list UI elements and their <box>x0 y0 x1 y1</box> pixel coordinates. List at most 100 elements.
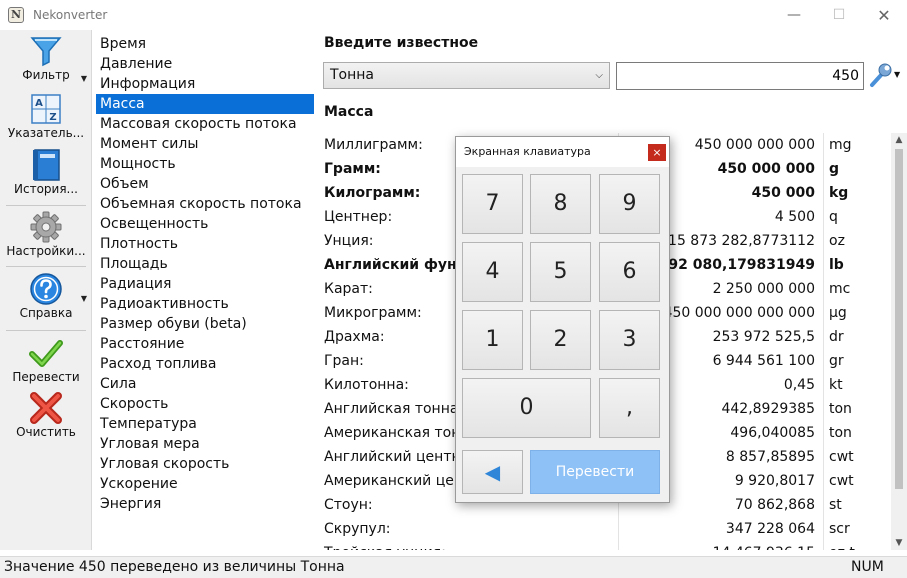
filter-button[interactable]: Фильтр ▼ <box>0 34 92 83</box>
chevron-down-icon: ⌵ <box>595 70 603 81</box>
settings-button[interactable]: Настройки... <box>0 210 92 258</box>
result-abbreviation: q <box>829 209 838 225</box>
result-unit-name: Килограмм: <box>324 185 421 201</box>
category-item[interactable]: Время <box>96 34 314 54</box>
backspace-icon: ◀ <box>484 460 501 484</box>
result-unit-name: Килотонна: <box>324 377 409 393</box>
unit-select-value: Тонна <box>330 67 375 83</box>
checkmark-icon <box>29 340 63 367</box>
category-item[interactable]: Объем <box>96 174 314 194</box>
category-item[interactable]: Массовая скорость потока <box>96 114 314 134</box>
keypad-title: Экранная клавиатура <box>456 137 669 167</box>
help-label: Справка <box>19 306 73 320</box>
close-button[interactable]: ✕ <box>861 0 907 30</box>
filter-dropdown-icon[interactable]: ▼ <box>81 74 87 83</box>
clear-label: Очистить <box>16 425 76 439</box>
help-icon <box>30 273 62 305</box>
key-8[interactable]: 8 <box>530 174 591 234</box>
result-value: 14 467 936,15 <box>713 541 815 550</box>
category-item[interactable]: Освещенность <box>96 214 314 234</box>
category-item[interactable]: Информация <box>96 74 314 94</box>
key-comma[interactable]: , <box>599 378 660 438</box>
results-scrollbar[interactable]: ▲ ▼ <box>891 133 907 550</box>
result-row[interactable]: Скрупул: 347 228 064 scr <box>318 517 891 541</box>
result-unit-name: Гран: <box>324 353 364 369</box>
category-item[interactable]: Расход топлива <box>96 354 314 374</box>
index-label: Указатель... <box>7 126 85 140</box>
value-input[interactable] <box>616 62 864 90</box>
known-value-label: Введите известное <box>324 35 479 51</box>
help-dropdown-icon[interactable]: ▼ <box>81 294 87 303</box>
result-row[interactable]: Тройская унция: 14 467 936,15 oz t <box>318 541 891 550</box>
window-title: Nekonverter <box>33 8 108 22</box>
category-item[interactable]: Расстояние <box>96 334 314 354</box>
keypad-close-button[interactable]: × <box>648 144 666 161</box>
result-value: 442,8929385 <box>721 401 815 417</box>
book-icon <box>33 149 60 181</box>
keypad-convert-button[interactable]: Перевести <box>530 450 660 494</box>
category-item[interactable]: Масса <box>96 94 314 114</box>
category-item[interactable]: Угловая скорость <box>96 454 314 474</box>
category-item[interactable]: Мощность <box>96 154 314 174</box>
category-list: Время Давление Информация Масса Массовая ско… <box>96 34 314 514</box>
result-abbreviation: ton <box>829 425 852 441</box>
unit-select[interactable]: Тонна ⌵ <box>323 62 610 89</box>
history-button[interactable]: История... <box>0 148 92 196</box>
category-item[interactable]: Ускорение <box>96 474 314 494</box>
result-value: 253 972 525,5 <box>712 329 815 345</box>
category-item[interactable]: Давление <box>96 54 314 74</box>
result-abbreviation: kg <box>829 185 849 201</box>
help-button[interactable]: Справка ▼ <box>0 272 92 320</box>
result-unit-name: Миллиграмм: <box>324 137 423 153</box>
toolbar-divider <box>6 266 86 267</box>
category-item[interactable]: Сила <box>96 374 314 394</box>
category-item[interactable]: Площадь <box>96 254 314 274</box>
key-6[interactable]: 6 <box>599 242 660 302</box>
result-unit-name: Английская тонна: <box>324 401 464 417</box>
key-2[interactable]: 2 <box>530 310 591 370</box>
wrench-icon[interactable] <box>868 62 892 88</box>
result-abbreviation: μg <box>829 305 847 321</box>
result-unit-name: Микрограмм: <box>324 305 422 321</box>
maximize-button[interactable]: ☐ <box>816 0 862 30</box>
num-lock-indicator: NUM <box>851 559 884 575</box>
result-abbreviation: oz <box>829 233 845 249</box>
result-abbreviation: st <box>829 497 842 513</box>
key-3[interactable]: 3 <box>599 310 660 370</box>
key-9[interactable]: 9 <box>599 174 660 234</box>
result-value: 450 000 <box>751 185 815 201</box>
backspace-button[interactable]: ◀ <box>462 450 523 494</box>
result-value: 992 080,179831949 <box>658 257 815 273</box>
az-letter-z: Z <box>49 112 56 123</box>
clear-button[interactable]: Очистить <box>0 391 92 439</box>
category-item[interactable]: Температура <box>96 414 314 434</box>
result-unit-name: Тройская унция: <box>324 541 446 550</box>
category-item[interactable]: Угловая мера <box>96 434 314 454</box>
category-item[interactable]: Радиоактивность <box>96 294 314 314</box>
index-button[interactable]: A Z Указатель... <box>0 92 92 140</box>
category-item[interactable]: Размер обуви (beta) <box>96 314 314 334</box>
result-value: 450 000 000 000 000 <box>663 305 815 321</box>
result-abbreviation: g <box>829 161 840 177</box>
convert-button[interactable]: Перевести <box>0 336 92 384</box>
category-item[interactable]: Радиация <box>96 274 314 294</box>
result-value: 2 250 000 000 <box>712 281 815 297</box>
key-0[interactable]: 0 <box>462 378 591 438</box>
minimize-button[interactable]: — <box>771 0 817 30</box>
key-7[interactable]: 7 <box>462 174 523 234</box>
key-1[interactable]: 1 <box>462 310 523 370</box>
category-item[interactable]: Скорость <box>96 394 314 414</box>
category-item[interactable]: Объемная скорость потока <box>96 194 314 214</box>
result-abbreviation: gr <box>829 353 844 369</box>
key-5[interactable]: 5 <box>530 242 591 302</box>
wrench-dropdown-icon[interactable]: ▼ <box>894 70 900 79</box>
scroll-down-icon[interactable]: ▼ <box>891 538 907 548</box>
scroll-thumb[interactable] <box>895 149 903 489</box>
category-item[interactable]: Плотность <box>96 234 314 254</box>
scroll-up-icon[interactable]: ▲ <box>891 135 907 145</box>
result-value: 9 920,8017 <box>734 473 815 489</box>
key-4[interactable]: 4 <box>462 242 523 302</box>
result-value: 4 500 <box>774 209 815 225</box>
category-item[interactable]: Энергия <box>96 494 314 514</box>
category-item[interactable]: Момент силы <box>96 134 314 154</box>
